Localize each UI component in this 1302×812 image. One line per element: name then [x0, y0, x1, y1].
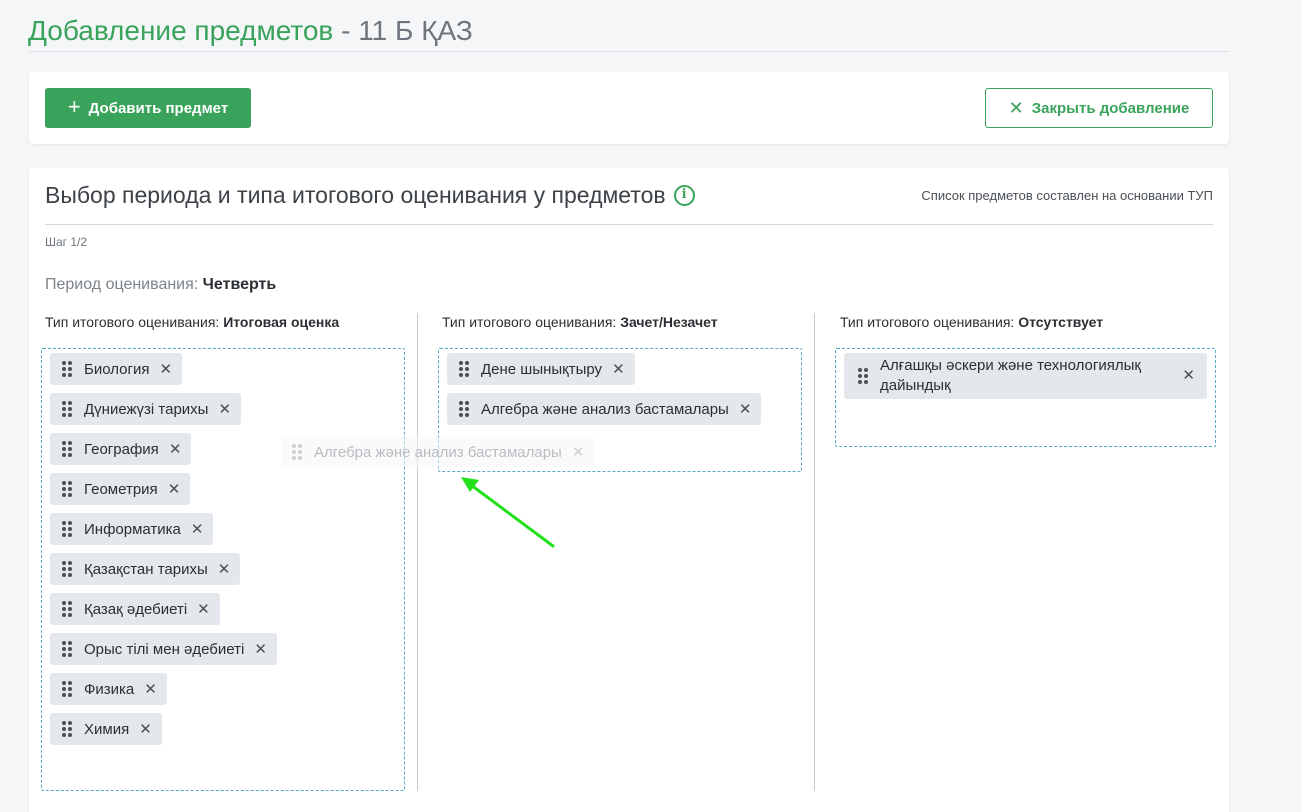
page-title: Добавление предметов - 11 Б ҚАЗ: [28, 14, 473, 48]
page-title-class: 11 Б ҚАЗ: [358, 15, 473, 46]
drag-ghost-chip: Алгебра және анализ бастамалары ✕: [282, 437, 595, 467]
remove-x-icon[interactable]: ✕: [169, 442, 182, 457]
drag-handle-icon[interactable]: [62, 561, 72, 577]
toolbar-card: + Добавить предмет ✕ Закрыть добавление: [29, 72, 1229, 144]
subject-chip-label: Қазақ әдебиеті: [84, 600, 188, 618]
subject-chip[interactable]: Алгебра және анализ бастамалары ✕: [447, 393, 762, 425]
remove-x-icon[interactable]: ✕: [139, 722, 152, 737]
remove-x-icon[interactable]: ✕: [739, 402, 752, 417]
subject-chip-label: Информатика: [84, 520, 181, 538]
subject-chip-label: Орыс тілі мен әдебиеті: [84, 640, 245, 658]
remove-x-icon[interactable]: ✕: [218, 402, 231, 417]
drag-ghost-label: Алгебра және анализ бастамалары: [314, 443, 562, 461]
section-divider: [45, 224, 1213, 225]
subject-chip[interactable]: Биология ✕: [50, 353, 183, 385]
subject-chip[interactable]: Алғашқы әскери және технологиялық дайынд…: [844, 353, 1207, 399]
section-note: Список предметов составлен на основании …: [921, 188, 1213, 203]
remove-x-icon[interactable]: ✕: [197, 602, 210, 617]
subject-chip-label: Биология: [84, 360, 150, 378]
drag-handle-icon: [292, 444, 302, 460]
section-title: Выбор периода и типа итогового оценивани…: [45, 180, 695, 210]
subject-chip[interactable]: Қазақ әдебиеті ✕: [50, 593, 220, 625]
section-title-text: Выбор периода и типа итогового оценивани…: [45, 182, 666, 208]
drag-handle-icon[interactable]: [62, 601, 72, 617]
add-subject-button[interactable]: + Добавить предмет: [45, 88, 251, 128]
column-type-value: Итоговая оценка: [223, 314, 340, 330]
add-subject-label: Добавить предмет: [88, 99, 229, 117]
page-title-sep: -: [333, 15, 359, 46]
drag-handle-icon[interactable]: [62, 401, 72, 417]
remove-x-icon[interactable]: ✕: [254, 642, 267, 657]
drag-handle-icon[interactable]: [62, 681, 72, 697]
drag-handle-icon[interactable]: [459, 361, 469, 377]
drag-handle-icon[interactable]: [62, 441, 72, 457]
remove-x-icon[interactable]: ✕: [218, 562, 231, 577]
remove-x-icon[interactable]: ✕: [144, 682, 157, 697]
remove-x-icon[interactable]: ✕: [159, 362, 172, 377]
drag-handle-icon[interactable]: [858, 368, 868, 384]
subject-chip-label: Алгебра және анализ бастамалары: [481, 400, 729, 418]
subject-chip[interactable]: Дүниежүзі тарихы ✕: [50, 393, 242, 425]
subject-chip[interactable]: Дене шынықтыру ✕: [447, 353, 635, 385]
drag-handle-icon[interactable]: [459, 401, 469, 417]
column-label-pass-fail: Тип итогового оценивания: Зачет/Незачет: [442, 314, 718, 330]
close-adding-button[interactable]: ✕ Закрыть добавление: [985, 88, 1213, 128]
subject-chip[interactable]: Информатика ✕: [50, 513, 214, 545]
subject-chip-label: Химия: [84, 720, 130, 738]
period-value: Четверть: [202, 276, 277, 293]
subject-chip[interactable]: Геометрия ✕: [50, 473, 191, 505]
close-icon: ✕: [1008, 98, 1024, 118]
grading-period: Период оценивания: Четверть: [45, 276, 276, 294]
remove-x-icon[interactable]: ✕: [168, 482, 181, 497]
remove-x-icon[interactable]: ✕: [612, 362, 625, 377]
column-label-none: Тип итогового оценивания: Отсутствует: [840, 314, 1104, 330]
drag-handle-icon[interactable]: [62, 641, 72, 657]
column-separator: [417, 313, 418, 791]
close-adding-label: Закрыть добавление: [1031, 99, 1190, 117]
subject-chip[interactable]: Физика ✕: [50, 673, 167, 705]
subject-chip[interactable]: Қазақстан тарихы ✕: [50, 553, 241, 585]
remove-x-icon: ✕: [571, 444, 585, 461]
subject-chip[interactable]: География ✕: [50, 433, 192, 465]
subject-chip-label: Дүниежүзі тарихы: [84, 400, 209, 418]
subject-chip-label: Физика: [84, 680, 135, 698]
subject-chip-label: Геометрия: [84, 480, 158, 498]
column-type-value: Зачет/Незачет: [620, 314, 718, 330]
drag-handle-icon[interactable]: [62, 361, 72, 377]
column-label-final-grade: Тип итогового оценивания: Итоговая оценк…: [45, 314, 340, 330]
subject-chip[interactable]: Химия ✕: [50, 713, 162, 745]
column-type-value: Отсутствует: [1018, 314, 1104, 330]
remove-x-icon[interactable]: ✕: [1182, 368, 1195, 383]
column-separator: [814, 313, 815, 791]
period-label: Период оценивания:: [45, 276, 199, 293]
page-title-main: Добавление предметов: [28, 15, 334, 46]
subject-chip-label: География: [84, 440, 159, 458]
step-indicator: Шаг 1/2: [45, 235, 88, 249]
subject-chip-label: Дене шынықтыру: [481, 360, 603, 378]
selection-card: Выбор периода и типа итогового оценивани…: [29, 168, 1229, 812]
remove-x-icon[interactable]: ✕: [191, 522, 204, 537]
drag-handle-icon[interactable]: [62, 521, 72, 537]
info-circle-icon[interactable]: i: [673, 184, 695, 206]
subject-chip-label: Алғашқы әскери және технологиялық дайынд…: [880, 357, 1141, 394]
drag-handle-icon[interactable]: [62, 481, 72, 497]
subject-chip[interactable]: Орыс тілі мен әдебиеті ✕: [50, 633, 277, 665]
title-divider: [28, 51, 1229, 52]
drag-handle-icon[interactable]: [62, 721, 72, 737]
plus-icon: +: [67, 94, 81, 119]
subject-chip-label: Қазақстан тарихы: [84, 560, 208, 578]
